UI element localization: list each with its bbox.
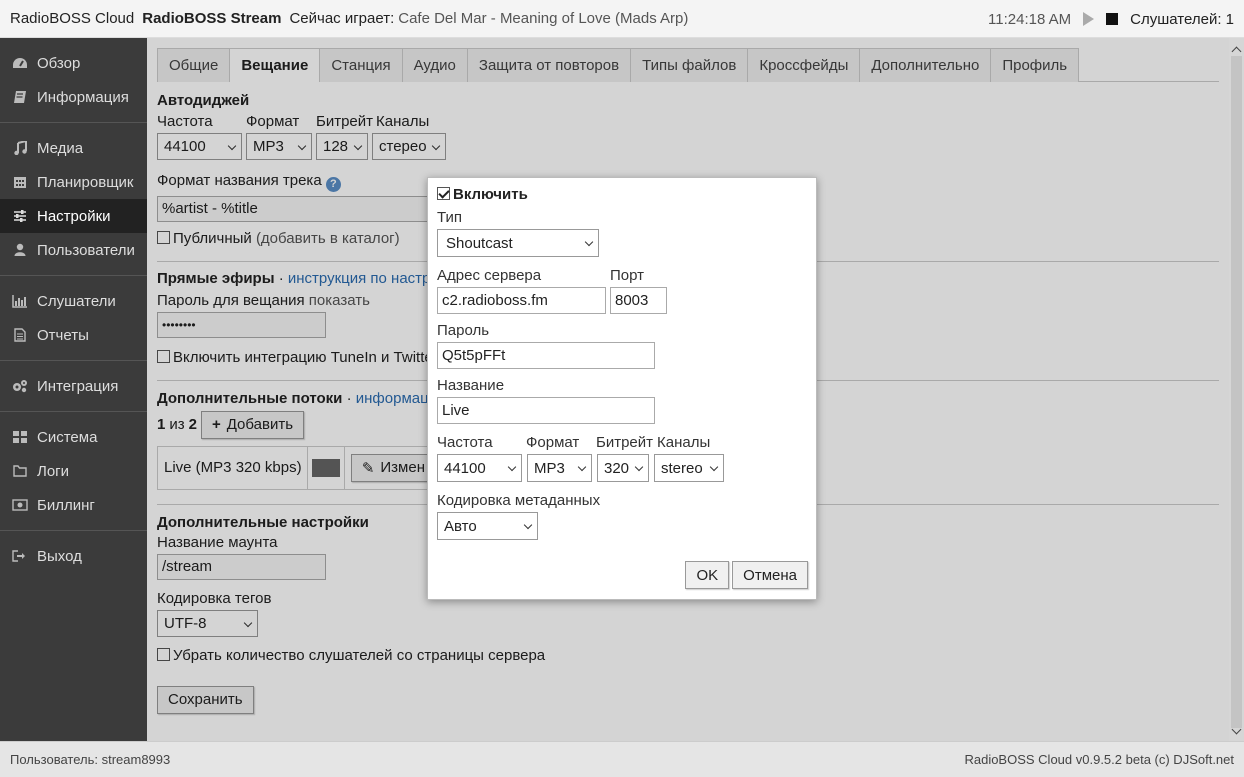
sidebar-item-users[interactable]: Пользователи <box>0 233 147 267</box>
station-name: RadioBOSS Stream <box>142 10 282 27</box>
sidebar-item-label: Планировщик <box>37 173 134 191</box>
dialog-bitrate-value: 320 <box>604 459 630 477</box>
dialog-format-select[interactable]: MP3 <box>527 454 592 482</box>
dialog-channels-select[interactable]: stereo <box>654 454 724 482</box>
type-label: Тип <box>437 209 463 226</box>
stream-edit-dialog: Включить Тип Shoutcast Адрес сервера Пор… <box>427 177 817 600</box>
user-icon <box>12 243 28 257</box>
sidebar-item-label: Биллинг <box>37 496 95 514</box>
document-icon <box>12 328 28 342</box>
now-playing-title: Cafe Del Mar - Meaning of Love (Mads Arp… <box>398 10 689 27</box>
port-input[interactable]: 8003 <box>610 287 667 314</box>
meta-encoding-value: Авто <box>444 517 477 535</box>
sidebar-item-system[interactable]: Система <box>0 420 147 454</box>
sidebar-item-label: Логи <box>37 462 70 480</box>
meta-encoding-label: Кодировка метаданных <box>437 492 601 509</box>
dialog-freq-label: Частота <box>437 434 493 451</box>
sliders-icon <box>12 209 28 223</box>
sidebar-item-label: Система <box>37 428 98 446</box>
version-info: RadioBOSS Cloud v0.9.5.2 beta (c) DJSoft… <box>964 752 1234 767</box>
sidebar-item-logout[interactable]: Выход <box>0 539 147 573</box>
app-name[interactable]: RadioBOSS Cloud <box>10 10 134 27</box>
play-icon[interactable] <box>1083 12 1095 26</box>
dashboard-icon <box>12 56 28 70</box>
sidebar-item-label: Пользователи <box>37 241 135 259</box>
port-value: 8003 <box>615 292 649 309</box>
chevron-down-icon <box>634 462 644 472</box>
dialog-channels-label: Каналы <box>657 434 711 451</box>
bar-chart-icon <box>12 294 28 308</box>
gears-icon <box>12 379 28 393</box>
sidebar-item-label: Информация <box>37 88 129 106</box>
listeners-count[interactable]: Слушателей: 1 <box>1130 11 1234 28</box>
server-value: c2.radioboss.fm <box>442 292 548 309</box>
sidebar-item-label: Обзор <box>37 54 81 72</box>
name-value: Live <box>442 402 470 419</box>
password-value: Q5t5pFFt <box>442 347 506 364</box>
scroll-thumb[interactable] <box>1231 56 1242 728</box>
sidebar-item-billing[interactable]: Биллинг <box>0 488 147 522</box>
current-user: Пользователь: stream8993 <box>10 752 171 767</box>
now-playing-label: Сейчас играет: <box>289 10 395 27</box>
type-value: Shoutcast <box>446 234 513 252</box>
sidebar-item-label: Настройки <box>37 207 111 225</box>
sidebar-item-info[interactable]: Информация <box>0 80 147 114</box>
server-label: Адрес сервера <box>437 267 542 284</box>
chevron-down-icon <box>584 237 594 247</box>
chevron-down-icon <box>577 462 587 472</box>
dialog-freq-value: 44100 <box>444 459 486 477</box>
stop-icon[interactable] <box>1106 13 1119 25</box>
book-icon <box>12 90 28 104</box>
sidebar-item-logs[interactable]: Логи <box>0 454 147 488</box>
sidebar-item-overview[interactable]: Обзор <box>0 46 147 80</box>
enable-checkbox[interactable] <box>437 187 450 200</box>
clock: 11:24:18 AM <box>988 10 1072 28</box>
cancel-label: Отмена <box>743 566 797 584</box>
sidebar: Обзор Информация Медиа Планировщик Настр… <box>0 38 147 741</box>
ok-label: OK <box>696 566 719 584</box>
grid-icon <box>12 430 28 444</box>
server-input[interactable]: c2.radioboss.fm <box>437 287 606 314</box>
money-icon <box>12 498 28 512</box>
dialog-format-label: Формат <box>526 434 580 451</box>
type-select[interactable]: Shoutcast <box>437 229 599 257</box>
sidebar-item-scheduler[interactable]: Планировщик <box>0 165 147 199</box>
sidebar-item-listeners[interactable]: Слушатели <box>0 284 147 318</box>
sidebar-item-integration[interactable]: Интеграция <box>0 369 147 403</box>
dialog-freq-select[interactable]: 44100 <box>437 454 522 482</box>
sidebar-item-label: Выход <box>37 547 82 565</box>
scrollbar[interactable] <box>1229 38 1244 741</box>
sidebar-item-label: Слушатели <box>37 292 116 310</box>
chevron-down-icon <box>523 520 533 530</box>
sidebar-item-label: Медиа <box>37 139 84 157</box>
sidebar-item-settings[interactable]: Настройки <box>0 199 147 233</box>
password-input[interactable]: Q5t5pFFt <box>437 342 655 369</box>
ok-button[interactable]: OK <box>685 561 730 589</box>
footer: Пользователь: stream8993 RadioBOSS Cloud… <box>0 741 1244 777</box>
calendar-icon <box>12 175 28 189</box>
meta-encoding-select[interactable]: Авто <box>437 512 538 540</box>
password-label: Пароль <box>437 322 490 339</box>
name-label: Название <box>437 377 505 394</box>
top-bar: RadioBOSS Cloud RadioBOSS Stream Сейчас … <box>0 0 1244 38</box>
enable-label: Включить <box>453 186 528 203</box>
cancel-button[interactable]: Отмена <box>732 561 808 589</box>
dialog-bitrate-label: Битрейт <box>596 434 654 451</box>
scroll-up-icon[interactable] <box>1231 46 1242 57</box>
chevron-down-icon <box>709 462 719 472</box>
dialog-bitrate-select[interactable]: 320 <box>597 454 649 482</box>
dialog-channels-value: stereo <box>661 459 703 477</box>
sidebar-item-media[interactable]: Медиа <box>0 131 147 165</box>
music-icon <box>12 141 28 155</box>
sidebar-item-label: Отчеты <box>37 326 89 344</box>
folder-icon <box>12 464 28 478</box>
chevron-down-icon <box>507 462 517 472</box>
sidebar-item-label: Интеграция <box>37 377 119 395</box>
logout-icon <box>12 549 28 563</box>
name-input[interactable]: Live <box>437 397 655 424</box>
port-label: Порт <box>610 267 645 284</box>
sidebar-item-reports[interactable]: Отчеты <box>0 318 147 352</box>
dialog-format-value: MP3 <box>534 459 565 477</box>
